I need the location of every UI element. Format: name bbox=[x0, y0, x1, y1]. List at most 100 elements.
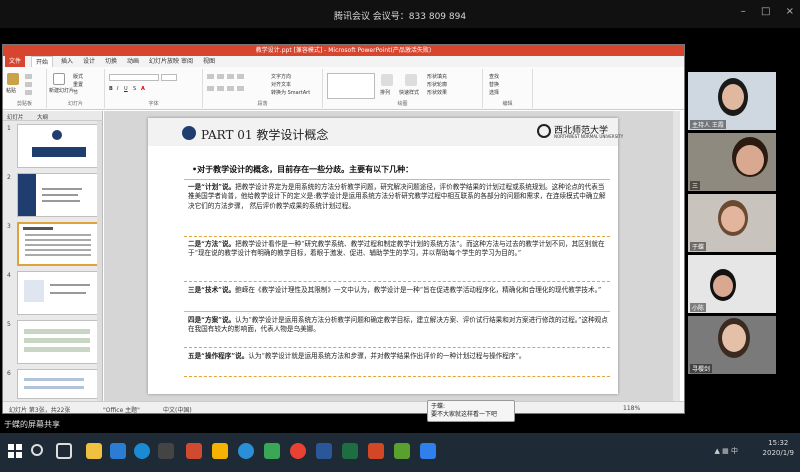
participant-tile[interactable]: 小陈 bbox=[688, 255, 776, 313]
font-name-box[interactable] bbox=[109, 74, 159, 81]
shapes-gallery[interactable] bbox=[327, 73, 375, 99]
language-indicator[interactable]: 中文(中国) bbox=[163, 405, 192, 413]
participant-name: 主持人 王霞 bbox=[690, 120, 726, 129]
group-label: 字体 bbox=[148, 101, 159, 107]
windows-taskbar: ▲ ▦ 中 15:32 2020/1/9 bbox=[0, 433, 800, 472]
shape-effects-button[interactable]: 形状效果 bbox=[427, 89, 447, 96]
slide-thumbnail[interactable] bbox=[17, 271, 99, 315]
select-button[interactable]: 选择 bbox=[489, 89, 499, 96]
definition-text: 认为“教学设计是运用系统方法分析教学问题和确定教学目标，建立解决方案、评价试行结… bbox=[188, 316, 608, 334]
tab-outline[interactable]: 大纲 bbox=[37, 113, 48, 121]
strike-icon[interactable]: S bbox=[133, 86, 136, 92]
slide-thumbnail[interactable] bbox=[17, 173, 99, 217]
slide-thumbnail[interactable] bbox=[17, 320, 99, 364]
slide-thumbnail[interactable] bbox=[17, 369, 99, 399]
chrome-icon[interactable] bbox=[290, 443, 306, 459]
current-slide[interactable]: PART 01 教学设计概念 西北师范大学 NORTHWEST NORMAL U… bbox=[148, 118, 623, 394]
participant-tile[interactable]: 主持人 王霞 bbox=[688, 72, 776, 130]
edge-icon[interactable] bbox=[238, 443, 254, 459]
shape-fill-button[interactable]: 形状填充 bbox=[427, 73, 447, 80]
replace-button[interactable]: 替换 bbox=[489, 81, 499, 88]
participant-tile[interactable]: 于蝶 bbox=[688, 194, 776, 252]
tab-insert[interactable]: 插入 bbox=[57, 56, 77, 67]
media-icon[interactable] bbox=[158, 443, 174, 459]
clock[interactable]: 15:32 2020/1/9 bbox=[763, 438, 794, 458]
slide-thumbnail-selected[interactable] bbox=[17, 222, 99, 266]
clock-date: 2020/1/9 bbox=[762, 449, 794, 457]
section-button[interactable]: 节 bbox=[73, 89, 78, 96]
italic-icon[interactable]: I bbox=[117, 86, 118, 92]
participant-tile[interactable]: 寻樱剑 bbox=[688, 316, 776, 374]
tab-review[interactable]: 审阅 bbox=[177, 56, 197, 67]
zoom-level[interactable]: 118% bbox=[623, 405, 640, 412]
smartart-button[interactable]: 转换为 SmartArt bbox=[271, 89, 310, 96]
ime-indicator[interactable]: 中 bbox=[731, 447, 738, 455]
group-label: 幻灯片 bbox=[67, 101, 83, 107]
group-font: B I U S A 字体 bbox=[105, 69, 203, 108]
task-view-icon[interactable] bbox=[56, 443, 72, 459]
explorer-icon[interactable] bbox=[86, 443, 102, 459]
align-text-button[interactable]: 对齐文本 bbox=[271, 81, 291, 88]
folder-icon[interactable] bbox=[212, 443, 228, 459]
windows-icon[interactable] bbox=[8, 444, 22, 458]
word-icon[interactable] bbox=[316, 443, 332, 459]
slide-number: 2 bbox=[7, 174, 11, 181]
chat-sender: 于蝶: bbox=[431, 403, 446, 410]
excel-icon[interactable] bbox=[342, 443, 358, 459]
pane-scrollbar[interactable] bbox=[97, 121, 102, 401]
find-button[interactable]: 查找 bbox=[489, 73, 499, 80]
meeting-title-bar: 腾讯会议 会议号：833 809 894 – □ × bbox=[0, 0, 800, 28]
pane-tabs: 幻灯片 大纲 bbox=[3, 111, 103, 121]
app-icon[interactable] bbox=[186, 443, 202, 459]
tab-slides[interactable]: 幻灯片 bbox=[7, 113, 24, 121]
tab-transitions[interactable]: 切换 bbox=[101, 56, 121, 67]
underline-icon[interactable]: U bbox=[124, 86, 128, 92]
new-slide-button[interactable]: 新建幻灯片 bbox=[49, 87, 74, 94]
group-label: 绘图 bbox=[397, 101, 408, 107]
arrange-icon[interactable] bbox=[381, 74, 393, 86]
quick-styles-button[interactable]: 快速样式 bbox=[399, 89, 419, 96]
tab-design[interactable]: 设计 bbox=[79, 56, 99, 67]
font-color-icon[interactable]: A bbox=[141, 86, 145, 92]
paste-icon[interactable] bbox=[7, 73, 19, 85]
definition-paragraph: 二是“方法”说。把教学设计看作是一种“研究教学系统、教学过程和制定教学计划的系统… bbox=[188, 240, 608, 259]
bold-icon[interactable]: B bbox=[109, 86, 113, 92]
close-icon[interactable]: × bbox=[786, 6, 794, 17]
definition-lead: 四是“方案”说。 bbox=[188, 316, 236, 324]
participant-name: 寻樱剑 bbox=[690, 364, 713, 373]
new-slide-icon[interactable] bbox=[53, 73, 65, 85]
tab-view[interactable]: 视图 bbox=[199, 56, 219, 67]
definition-paragraph: 五是“操作程序”说。认为“教学设计就是运用系统方法和步骤，并对教学结果作出评价的… bbox=[188, 352, 608, 361]
minimize-icon[interactable]: – bbox=[741, 6, 746, 17]
group-paragraph: 文字方向 对齐文本 转换为 SmartArt 段落 bbox=[203, 69, 323, 108]
group-slides: 新建幻灯片 版式 重置 节 幻灯片 bbox=[47, 69, 105, 108]
text-direction-button[interactable]: 文字方向 bbox=[271, 73, 291, 80]
quick-styles-icon[interactable] bbox=[405, 74, 417, 86]
participant-tile[interactable]: 三 bbox=[688, 133, 776, 191]
meeting-icon[interactable] bbox=[420, 443, 436, 459]
tab-file[interactable]: 文件 bbox=[5, 56, 26, 67]
group-drawing: 排列 快速样式 形状填充 形状轮廓 形状效果 绘图 bbox=[323, 69, 483, 108]
tab-home[interactable]: 开始 bbox=[31, 56, 54, 67]
maximize-icon[interactable]: □ bbox=[761, 6, 770, 17]
font-size-box[interactable] bbox=[161, 74, 177, 81]
divider bbox=[184, 236, 610, 237]
arrange-button[interactable]: 排列 bbox=[380, 89, 390, 96]
ppt-icon[interactable] bbox=[368, 443, 384, 459]
edge-icon[interactable] bbox=[134, 443, 150, 459]
reset-button[interactable]: 重置 bbox=[73, 81, 83, 88]
paste-button[interactable]: 粘贴 bbox=[6, 87, 16, 94]
layout-button[interactable]: 版式 bbox=[73, 73, 83, 80]
slide-thumbnail-pane: 幻灯片 大纲 1 2 3 4 5 6 bbox=[3, 111, 103, 401]
slide-thumbnail[interactable] bbox=[17, 124, 99, 168]
store-icon[interactable] bbox=[110, 443, 126, 459]
shape-outline-button[interactable]: 形状轮廓 bbox=[427, 81, 447, 88]
media-player-icon[interactable] bbox=[264, 443, 280, 459]
network-icon[interactable]: ▲ ▦ bbox=[715, 447, 729, 455]
tab-animations[interactable]: 动画 bbox=[123, 56, 143, 67]
slide-intro: •对于教学设计的概念，目前存在一些分歧。主要有以下几种： bbox=[192, 165, 414, 174]
search-icon[interactable] bbox=[31, 444, 43, 456]
slide-scrollbar[interactable] bbox=[673, 111, 680, 401]
app-green-icon[interactable] bbox=[394, 443, 410, 459]
slide-title: PART 01 教学设计概念 bbox=[201, 128, 329, 142]
